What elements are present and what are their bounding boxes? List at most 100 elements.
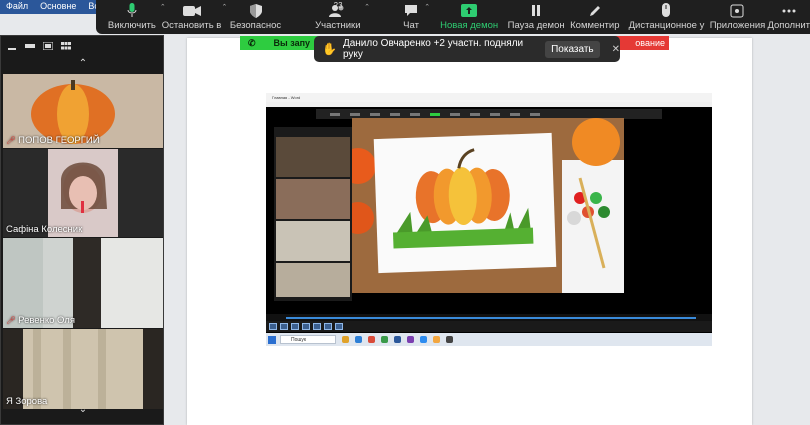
- participant-name: Сафіна Колесник: [6, 224, 82, 235]
- annotate-button[interactable]: Комментир: [570, 0, 619, 34]
- video-progress-bar[interactable]: [286, 317, 696, 319]
- inner-toolbar-item: [450, 112, 460, 116]
- gallery-header: [1, 36, 163, 56]
- participant-name-text: Сафіна Колесник: [6, 224, 83, 235]
- taskbar-app-icon: [342, 336, 349, 343]
- apps-button[interactable]: Приложения: [709, 0, 766, 34]
- close-icon[interactable]: ✕: [612, 44, 620, 55]
- painting-illustration: [352, 118, 624, 293]
- participants-count: 23: [333, 1, 343, 10]
- participants-button[interactable]: 23 Участники ⌃: [312, 0, 370, 34]
- taskbar-app-icon: [381, 336, 388, 343]
- shield-icon: [249, 3, 262, 18]
- new-share-button[interactable]: Новая демон: [440, 0, 498, 34]
- chevron-up-icon[interactable]: ⌃: [424, 3, 430, 11]
- taskbar-app-icon: [355, 336, 362, 343]
- taskbar-app-icon: [420, 336, 427, 343]
- minimize-icon[interactable]: [7, 42, 17, 50]
- more-button[interactable]: Дополнит: [767, 0, 810, 34]
- taskbar-app-icon: [407, 336, 414, 343]
- raised-hand-icon: ✋: [322, 42, 337, 56]
- pause-share-label: Пауза демон: [507, 20, 565, 31]
- raised-hand-notification: ✋ Данило Овчаренко +2 участн. подняли ру…: [314, 36, 620, 62]
- remote-control-button[interactable]: Дистанционное у: [628, 0, 705, 34]
- inner-toolbar-item: [430, 112, 440, 116]
- new-share-label: Новая демон: [440, 20, 499, 31]
- painting-video: [352, 118, 624, 293]
- video-camera-icon: [182, 3, 201, 18]
- stop-video-button[interactable]: Остановить в ⌃: [161, 0, 228, 34]
- notification-text: Данило Овчаренко +2 участн. подняли руку: [342, 38, 524, 60]
- video-gallery-panel: ⌃ 🎤︎ ПОПОВ ГЕОРГИЙ Сафіна Колесник 🎤︎ Реве: [0, 35, 164, 425]
- security-label: Безопаснос: [229, 20, 282, 31]
- share-screen-icon: [461, 3, 478, 18]
- strip-view-icon[interactable]: [43, 42, 53, 50]
- zoom-toolbar: Виключить ⌃ Остановить в ⌃ Безопаснос 23…: [96, 0, 810, 34]
- video-controls: [266, 321, 712, 332]
- inner-toolbar-item: [330, 112, 340, 116]
- word-tab-home[interactable]: Основне: [34, 0, 82, 14]
- mute-button[interactable]: Виключить ⌃: [104, 0, 166, 34]
- mute-label: Виключить: [107, 20, 156, 31]
- apps-label: Приложения: [709, 20, 766, 31]
- chat-button[interactable]: Чат ⌃: [398, 0, 430, 34]
- participant-tile[interactable]: Я Зорова: [3, 329, 163, 409]
- gallery-view-icon[interactable]: [61, 42, 71, 50]
- inner-windows-taskbar: Пошук: [266, 333, 712, 346]
- inner-tile: [276, 179, 350, 219]
- chat-label: Чат: [403, 20, 419, 31]
- inner-tile: [276, 137, 350, 177]
- annotate-icon: [588, 3, 602, 18]
- inner-toolbar-item: [530, 112, 540, 116]
- remote-control-label: Дистанционное у: [628, 20, 705, 31]
- playlist-button[interactable]: [313, 323, 321, 330]
- security-button[interactable]: Безопаснос: [229, 0, 281, 34]
- participant-name-text: ПОПОВ ГЕОРГИЙ: [18, 135, 100, 146]
- inner-toolbar-item: [470, 112, 480, 116]
- taskbar-app-icon: [446, 336, 453, 343]
- taskbar-search-label: Пошук: [291, 336, 307, 343]
- inner-tile: [276, 263, 350, 297]
- inner-menu-bar: [266, 102, 712, 107]
- word-tab-file[interactable]: Файл: [0, 0, 34, 14]
- speaker-view-icon[interactable]: [25, 42, 35, 50]
- inner-window-title: Главная - Word: [272, 95, 301, 100]
- windows-start-icon: [268, 335, 276, 344]
- chevron-up-icon[interactable]: ⌃: [364, 3, 370, 11]
- participant-tile[interactable]: 🎤︎ ПОПОВ ГЕОРГИЙ: [3, 74, 163, 148]
- participant-name: 🎤︎ Ревенко Оля: [6, 315, 75, 326]
- taskbar-app-icon: [394, 336, 401, 343]
- shared-screen-image: Главная - Word Пошук: [266, 93, 712, 346]
- remote-control-icon: [661, 3, 671, 18]
- taskbar-search: Пошук: [280, 335, 336, 344]
- inner-toolbar-item: [350, 112, 360, 116]
- taskbar-app-icon: [368, 336, 375, 343]
- scroll-up-arrow[interactable]: ⌃: [1, 58, 165, 72]
- show-button[interactable]: Показать: [545, 40, 600, 58]
- pause-icon: [531, 3, 541, 18]
- stop-video-label: Остановить в: [161, 20, 222, 31]
- screen-share-banner: ✆ Вы запу: [240, 36, 322, 50]
- prev-button[interactable]: [280, 323, 288, 330]
- annotate-label: Комментир: [570, 20, 620, 31]
- muted-mic-icon: 🎤︎: [6, 136, 17, 145]
- apps-icon: [730, 3, 744, 18]
- chevron-up-icon[interactable]: ⌃: [221, 3, 227, 11]
- chat-icon: [404, 3, 418, 18]
- more-icon: [782, 3, 796, 18]
- pause-share-button[interactable]: Пауза демон: [507, 0, 565, 34]
- more-label: Дополнит: [767, 20, 810, 31]
- inner-gallery: [274, 127, 352, 301]
- fullscreen-button[interactable]: [335, 323, 343, 330]
- inner-toolbar-item: [370, 112, 380, 116]
- play-button[interactable]: [269, 323, 277, 330]
- next-button[interactable]: [291, 323, 299, 330]
- settings-button[interactable]: [324, 323, 332, 330]
- scroll-down-arrow[interactable]: ⌄: [1, 404, 165, 418]
- inner-toolbar-item: [390, 112, 400, 116]
- taskbar-app-icon: [433, 336, 440, 343]
- stop-button[interactable]: [302, 323, 310, 330]
- phone-icon: ✆: [248, 37, 256, 48]
- participant-tile[interactable]: 🎤︎ Ревенко Оля: [3, 238, 163, 328]
- participant-tile[interactable]: Сафіна Колесник: [3, 149, 163, 237]
